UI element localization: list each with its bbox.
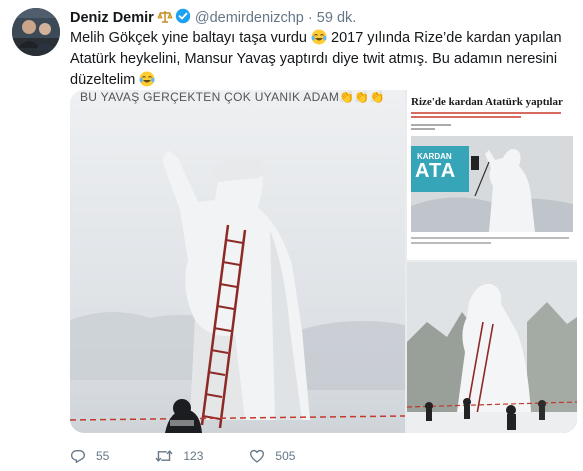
reply-button[interactable]: 55 [70, 448, 109, 464]
separator: · [307, 10, 313, 26]
tweet-text-line1b: 2017 yılında Rize’de kardan yapılan [326, 30, 562, 46]
media-photo-statue[interactable] [406, 262, 577, 433]
tweet-text-line2: Atatürk heykelini, Mansur Yavaş yaptırdı… [70, 51, 558, 67]
face-with-tears-of-joy-emoji [139, 71, 155, 87]
reply-count: 55 [96, 449, 110, 463]
media-grid: BU YAVAŞ GERÇEKTEN ÇOK UYANIK ADAM👏👏👏 Ri… [70, 90, 577, 433]
reply-icon [71, 450, 85, 463]
avatar[interactable] [12, 8, 60, 56]
tweet-time[interactable]: 59 dk. [317, 10, 357, 26]
overlay-caption: BU YAVAŞ GERÇEKTEN ÇOK UYANIK ADAM👏👏👏 [80, 90, 385, 104]
like-count: 505 [275, 449, 296, 463]
news-caption [411, 237, 573, 251]
tweet-header: Deniz Demir @demirdenizchp · 59 dk. [70, 8, 356, 29]
like-button[interactable]: 505 [249, 448, 295, 464]
tweet-actions: 55 123 505 [70, 446, 341, 466]
scales-icon [157, 10, 173, 29]
news-photo [411, 136, 573, 232]
author-name[interactable]: Deniz Demir [70, 10, 154, 26]
author-handle[interactable]: @demirdenizchp [195, 10, 304, 26]
media-photo-news[interactable]: Rize'de kardan Atatürk yaptılar KARDAN A… [407, 90, 577, 260]
retweet-button[interactable]: 123 [155, 448, 203, 464]
news-logo-line2: ATA [415, 160, 457, 182]
media-photo-main[interactable]: BU YAVAŞ GERÇEKTEN ÇOK UYANIK ADAM👏👏👏 [70, 90, 406, 433]
news-meta [411, 124, 471, 133]
retweet-count: 123 [183, 449, 204, 463]
news-title: Rize'de kardan Atatürk yaptılar [411, 96, 563, 108]
news-subtitle [411, 112, 571, 124]
tweet-text-line3: düzeltelim [70, 72, 136, 88]
verified-badge-icon [175, 8, 191, 29]
retweet-icon [155, 450, 173, 462]
tweet-text-line1: Melih Gökçek yine baltayı taşa vurdu [70, 30, 307, 46]
face-with-tears-of-joy-emoji [311, 29, 327, 45]
tweet-text: Melih Gökçek yine baltayı taşa vurdu 201… [70, 28, 570, 91]
heart-icon [250, 449, 265, 463]
